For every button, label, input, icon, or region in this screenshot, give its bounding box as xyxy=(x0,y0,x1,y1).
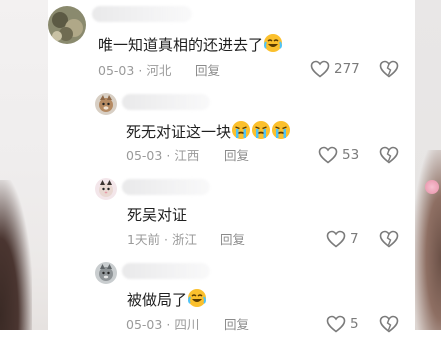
username-redacted[interactable] xyxy=(92,6,192,22)
reply-button[interactable]: 回复 xyxy=(224,148,249,164)
background-hair-right xyxy=(415,150,441,330)
like-button[interactable]: 53 xyxy=(318,146,359,164)
comment-date: 05-03 xyxy=(98,63,135,78)
reply-item: 死无对证这一块 05-03 · 江西 回复 53 xyxy=(48,84,415,168)
laughing-crying-emoji xyxy=(264,34,283,52)
comment-meta: 05-03 · 河北 xyxy=(98,63,172,78)
comment-text: 死无对证这一块 xyxy=(126,120,291,142)
like-button[interactable]: 5 xyxy=(326,315,359,333)
broken-heart-icon xyxy=(379,60,399,78)
crying-emoji xyxy=(232,121,251,139)
reply-item: 被做局了 05-03 · 四川 回复 5 xyxy=(48,252,415,333)
comment-date: 05-03 xyxy=(126,148,163,163)
avatar[interactable] xyxy=(95,262,117,284)
comment-text: 唯一知道真相的还进去了 xyxy=(98,33,283,55)
username-redacted[interactable] xyxy=(122,179,210,195)
background-flower xyxy=(425,180,439,194)
avatar[interactable] xyxy=(95,178,117,200)
dislike-button[interactable] xyxy=(379,146,399,168)
reply-button[interactable]: 回复 xyxy=(195,63,220,79)
broken-heart-icon xyxy=(379,146,399,164)
dislike-button[interactable] xyxy=(379,60,399,82)
comment-location: 江西 xyxy=(174,148,200,163)
comment-text: 被做局了 xyxy=(127,288,207,310)
like-button[interactable]: 7 xyxy=(326,230,359,248)
comment-meta: 05-03 · 四川 xyxy=(126,317,200,332)
reply-button[interactable]: 回复 xyxy=(220,232,245,248)
broken-heart-icon xyxy=(379,230,399,248)
heart-icon xyxy=(310,60,330,78)
background-hair-left xyxy=(0,180,32,330)
like-count: 53 xyxy=(342,147,360,163)
heart-icon xyxy=(326,230,346,248)
broken-heart-icon xyxy=(379,315,399,333)
reply-item: 死吴对证 1天前 · 浙江 回复 7 xyxy=(48,168,415,252)
crying-emoji xyxy=(252,121,271,139)
like-count: 277 xyxy=(334,61,360,77)
comment-meta: 05-03 · 江西 xyxy=(126,148,200,163)
comment-text: 死吴对证 xyxy=(127,206,188,224)
username-redacted[interactable] xyxy=(122,94,210,110)
background-photo-left xyxy=(0,0,48,330)
dislike-button[interactable] xyxy=(379,315,399,337)
background-photo-right xyxy=(415,0,441,330)
like-button[interactable]: 277 xyxy=(310,60,360,78)
avatar[interactable] xyxy=(48,6,86,44)
comment-location: 浙江 xyxy=(171,232,197,247)
comment-location: 河北 xyxy=(146,63,172,78)
comment-meta: 1天前 · 浙江 xyxy=(127,232,197,247)
username-redacted[interactable] xyxy=(122,263,210,279)
heart-icon xyxy=(318,146,338,164)
heart-icon xyxy=(326,315,346,333)
comment-item: 唯一知道真相的还进去了 05-03 · 河北 回复 277 xyxy=(48,0,415,84)
laughing-crying-emoji xyxy=(188,289,207,307)
dislike-button[interactable] xyxy=(379,230,399,252)
avatar[interactable] xyxy=(95,93,117,115)
crying-emoji xyxy=(272,121,291,139)
like-count: 7 xyxy=(350,231,359,247)
comment-panel: 唯一知道真相的还进去了 05-03 · 河北 回复 277 死无对证这一块 05… xyxy=(48,0,415,333)
comment-date: 1天前 xyxy=(127,232,160,247)
reply-button[interactable]: 回复 xyxy=(224,317,249,333)
